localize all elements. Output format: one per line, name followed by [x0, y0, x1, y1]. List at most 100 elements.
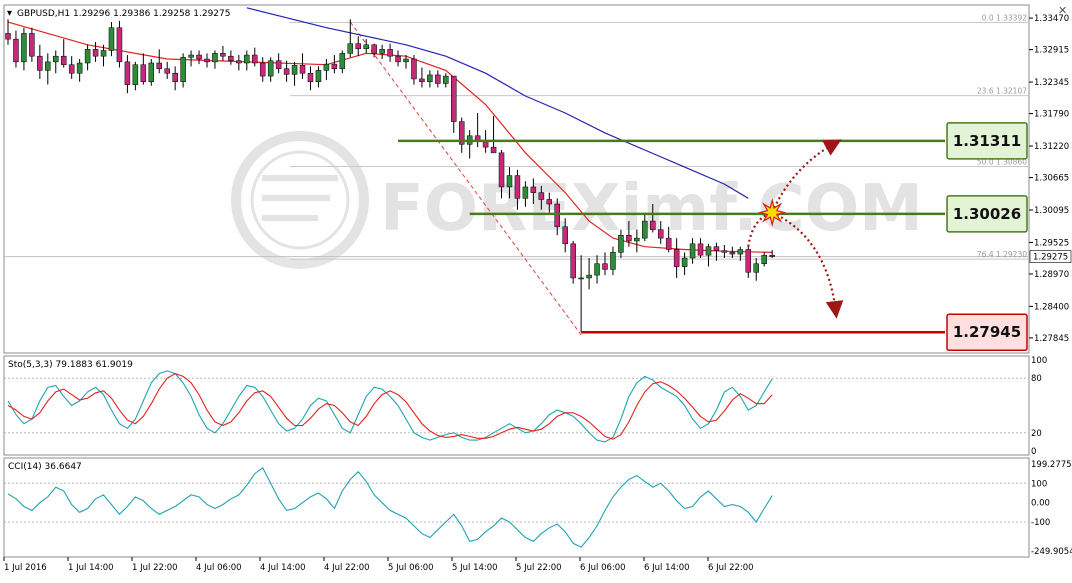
candle-body — [514, 175, 521, 199]
breakout-burst-icon — [757, 198, 787, 227]
price-tick-label: 1.29525 — [1034, 238, 1069, 248]
time-tick-label: 1 Jul 14:00 — [68, 563, 114, 573]
candle-body — [291, 65, 298, 75]
candle-body — [530, 186, 537, 193]
candle-body — [252, 54, 258, 64]
candle-body — [355, 43, 361, 50]
candle-body — [299, 65, 306, 74]
candle-body — [172, 72, 178, 83]
candle-body — [737, 249, 744, 255]
candle-body — [259, 62, 266, 77]
candle-body — [21, 33, 27, 63]
candle-body — [204, 58, 210, 63]
candle-body — [148, 62, 155, 83]
candle-body — [705, 246, 712, 256]
cci-panel[interactable] — [3, 457, 1030, 558]
candle-body — [124, 61, 131, 85]
cci-tick-label: -249.9054 — [1031, 547, 1072, 557]
stoch-tick-label: 80 — [1031, 374, 1042, 384]
candle-body — [602, 263, 608, 270]
candle-body — [538, 192, 545, 200]
candle-body — [403, 58, 409, 63]
candle-body — [395, 55, 401, 63]
cci-label: CCI(14) 36.6647 — [8, 462, 82, 472]
candle-body — [108, 27, 115, 51]
candle-body — [498, 152, 505, 188]
candle-body — [554, 203, 560, 228]
cci-tick-label: 100 — [1031, 479, 1047, 489]
time-tick-label: 4 Jul 06:00 — [196, 563, 242, 573]
price-tick-label: 1.28970 — [1034, 270, 1069, 280]
candle-body — [92, 49, 99, 57]
candle-body — [769, 254, 775, 257]
candle-body — [482, 141, 489, 148]
fib-level-label: 0.0 1.33392 — [982, 14, 1028, 23]
candle-body — [212, 53, 218, 63]
price-tick-label: 1.27845 — [1034, 334, 1069, 344]
level-label-1.30026: 1.30026 — [953, 205, 1021, 223]
candle-body — [180, 57, 186, 83]
trading-chart-window[interactable]: FOREXimf.COM ▾ GBPUSD,H1 1.29296 1.29386… — [0, 0, 1072, 579]
cci-tick-label: -100 — [1031, 518, 1050, 528]
price-tick-label: 1.30095 — [1034, 206, 1069, 216]
candle-body — [140, 64, 147, 83]
candle-body — [411, 58, 417, 80]
candle-body — [665, 237, 672, 250]
price-tick-label: 1.32345 — [1034, 78, 1069, 88]
candle-body — [76, 62, 83, 74]
price-tick-label: 1.33470 — [1034, 14, 1069, 24]
fib-level-label: 76.4 1.29230 — [977, 250, 1027, 259]
dropdown-arrow-icon[interactable]: ▾ — [7, 8, 12, 19]
candle-body — [562, 226, 568, 245]
candle-body — [729, 252, 736, 255]
candle-body — [196, 54, 202, 60]
time-tick-label: 5 Jul 06:00 — [388, 563, 434, 573]
candle-body — [307, 72, 314, 83]
candle-body — [427, 74, 433, 83]
candle-body — [53, 55, 59, 63]
time-tick-label: 6 Jul 22:00 — [708, 563, 754, 573]
candle-body — [546, 199, 553, 205]
candle-body — [236, 60, 242, 64]
candle-body — [610, 252, 616, 270]
candle-body — [45, 61, 51, 71]
candle-body — [37, 55, 43, 71]
candle-body — [721, 250, 728, 253]
candle-body — [331, 63, 338, 69]
candle-body — [506, 175, 513, 188]
stochastic-panel[interactable] — [3, 355, 1030, 456]
candle-body — [689, 243, 696, 259]
stoch-label: Sto(5,3,3) 79.1883 61.9019 — [8, 360, 133, 370]
candle-body — [642, 220, 648, 239]
candle-body — [244, 54, 250, 64]
time-tick-label: 6 Jul 14:00 — [644, 563, 690, 573]
candle-body — [673, 249, 680, 267]
candle-body — [379, 49, 385, 54]
candle-body — [347, 43, 354, 54]
candle-body — [594, 263, 600, 276]
candle-body — [697, 243, 704, 256]
candle-body — [387, 49, 393, 57]
candle-body — [745, 249, 752, 273]
chart-canvas[interactable]: FOREXimf.COM ▾ GBPUSD,H1 1.29296 1.29386… — [0, 0, 1072, 579]
candle — [570, 240, 576, 284]
candle-body — [339, 53, 346, 69]
time-tick-label: 1 Jul 2016 — [4, 563, 47, 573]
candle — [116, 20, 123, 68]
candle-body — [657, 229, 664, 239]
price-tick-label: 1.32915 — [1034, 46, 1069, 56]
candle-body — [618, 235, 624, 253]
candle-body — [681, 257, 688, 267]
candle-body — [713, 246, 720, 251]
candle-body — [132, 64, 139, 85]
candle-body — [634, 237, 640, 242]
price-tick-label: 1.31220 — [1034, 142, 1069, 152]
level-label-1.31311: 1.31311 — [953, 132, 1021, 150]
time-tick-label: 4 Jul 14:00 — [260, 563, 306, 573]
candle-body — [626, 235, 632, 242]
time-tick-label: 1 Jul 22:00 — [132, 563, 178, 573]
candle-body — [164, 68, 170, 74]
candle-body — [419, 78, 425, 83]
candle-body — [188, 54, 194, 58]
candle-body — [220, 53, 226, 57]
